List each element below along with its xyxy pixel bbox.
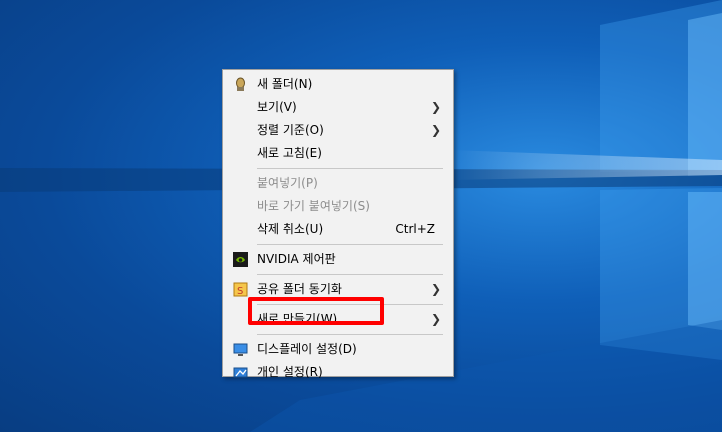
menu-item-paste-shortcut[interactable]: 바로 가기 붙여넣기(S) — [223, 195, 453, 218]
personalize-icon — [233, 367, 248, 378]
display-icon — [233, 343, 248, 356]
nvidia-icon — [233, 252, 248, 267]
menu-item-paste[interactable]: 붙여넣기(P) — [223, 172, 453, 195]
folder-user-icon — [236, 77, 245, 91]
menu-item-label: 바로 가기 붙여넣기(S) — [257, 199, 370, 213]
desktop-context-menu: 새 폴더(N) 보기(V) ❯ 정렬 기준(O) ❯ 새로 고침(E) 붙여넣기… — [222, 69, 454, 379]
chevron-right-icon: ❯ — [430, 282, 441, 296]
menu-item-sort-by[interactable]: 정렬 기준(O) ❯ — [223, 119, 453, 142]
sync-icon: S — [233, 282, 248, 297]
menu-item-undo-delete[interactable]: 삭제 취소(U) Ctrl+Z — [223, 218, 453, 241]
menu-separator — [257, 274, 443, 275]
menu-item-label: 새로 고침(E) — [257, 146, 322, 160]
menu-separator — [257, 244, 443, 245]
highlight-box — [248, 297, 384, 325]
menu-item-label: 공유 폴더 동기화 — [257, 282, 342, 296]
menu-item-label: 보기(V) — [257, 100, 297, 114]
menu-item-view[interactable]: 보기(V) ❯ — [223, 96, 453, 119]
menu-item-display-settings[interactable]: 디스플레이 설정(D) — [223, 338, 453, 361]
menu-item-label: NVIDIA 제어판 — [257, 252, 336, 266]
chevron-right-icon: ❯ — [430, 312, 441, 326]
menu-item-label: 디스플레이 설정(D) — [257, 342, 357, 356]
shortcut-label: Ctrl+Z — [395, 222, 435, 236]
menu-item-label: 붙여넣기(P) — [257, 176, 318, 190]
menu-separator — [257, 334, 443, 335]
svg-text:S: S — [237, 286, 243, 297]
chevron-right-icon: ❯ — [430, 100, 441, 114]
menu-item-label: 개인 설정(R) — [257, 365, 323, 379]
menu-separator — [257, 168, 443, 169]
chevron-right-icon: ❯ — [430, 123, 441, 137]
menu-item-label: 정렬 기준(O) — [257, 123, 324, 137]
menu-item-nvidia[interactable]: NVIDIA 제어판 — [223, 248, 453, 271]
menu-item-refresh[interactable]: 새로 고침(E) — [223, 142, 453, 165]
menu-item-new-folder[interactable]: 새 폴더(N) — [223, 73, 453, 96]
menu-item-label: 삭제 취소(U) — [257, 222, 324, 236]
menu-item-personalize[interactable]: 개인 설정(R) — [223, 361, 453, 384]
menu-item-label: 새 폴더(N) — [257, 77, 313, 91]
